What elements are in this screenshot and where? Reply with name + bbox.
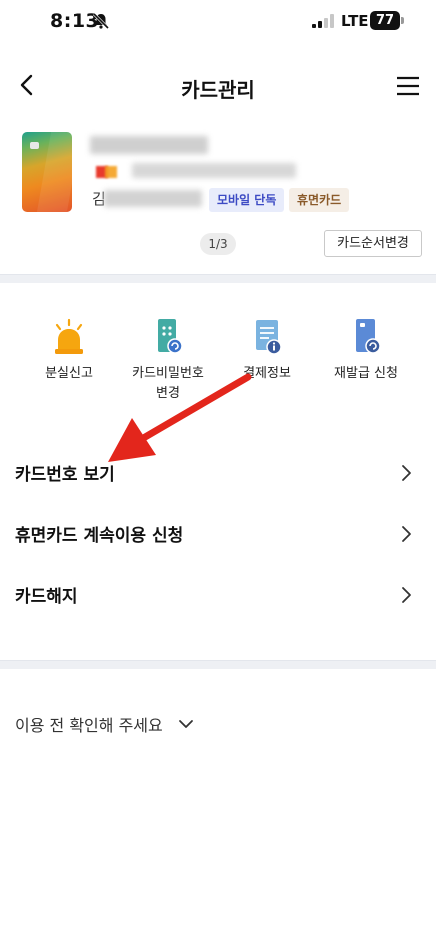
list-item-cancel-card[interactable]: 카드해지 [0,568,436,622]
quick-menu-label: 결제정보 [243,366,291,381]
chevron-right-icon [402,526,411,542]
quick-menu-reissue[interactable]: 재발급 신청 [316,318,416,384]
card-name-redacted [90,136,208,154]
quick-menu-payment-info[interactable]: 결제정보 [217,318,317,384]
quick-menu-card-password[interactable]: 카드비밀번호 변경 [118,318,218,404]
card-order-change-button[interactable]: 카드순서변경 [324,230,422,257]
notice-toggle-label[interactable]: 이용 전 확인해 주세요 [15,712,163,736]
list-item-dormant-continue[interactable]: 휴면카드 계속이용 신청 [0,507,436,561]
chevron-down-icon[interactable] [178,718,194,730]
bell-muted-icon [92,12,110,30]
section-divider [0,660,436,669]
quick-menu-label: 분실신고 [45,366,93,381]
top-nav: 카드관리 [0,62,436,112]
battery-indicator: 77 [370,11,400,30]
signal-icon [312,14,334,28]
quick-menu-label: 카드비밀번호 변경 [132,366,204,401]
list-item-view-card-number[interactable]: 카드번호 보기 [0,446,436,500]
card-reissue-icon [356,319,381,354]
card-pager: 1/3 [200,233,236,255]
siren-icon [55,318,83,354]
badge-dormant-card: 휴면카드 [289,188,350,212]
payment-info-icon [256,320,282,355]
badge-mobile-only: 모바일 단독 [209,188,285,212]
hamburger-menu-icon[interactable] [396,76,420,96]
network-type: LTE [341,12,369,30]
card-number-redacted [132,163,296,178]
list-item-label: 휴면카드 계속이용 신청 [15,526,184,546]
card-chip [30,142,39,149]
section-divider [0,274,436,283]
list-item-label: 카드해지 [15,587,78,607]
quick-menu-label: 재발급 신청 [334,366,398,381]
card-password-icon [158,319,183,354]
list-item-label: 카드번호 보기 [15,465,115,485]
chevron-right-icon [402,587,411,603]
chevron-right-icon [402,465,411,481]
card-image[interactable] [22,132,72,212]
battery-tip [401,17,404,24]
owner-name-redacted [104,190,202,207]
status-bar: 8:13 LTE 77 [0,0,436,44]
card-brand-logo [96,163,118,181]
page-title: 카드관리 [181,78,255,102]
quick-menu-lost-report[interactable]: 분실신고 [19,318,119,384]
